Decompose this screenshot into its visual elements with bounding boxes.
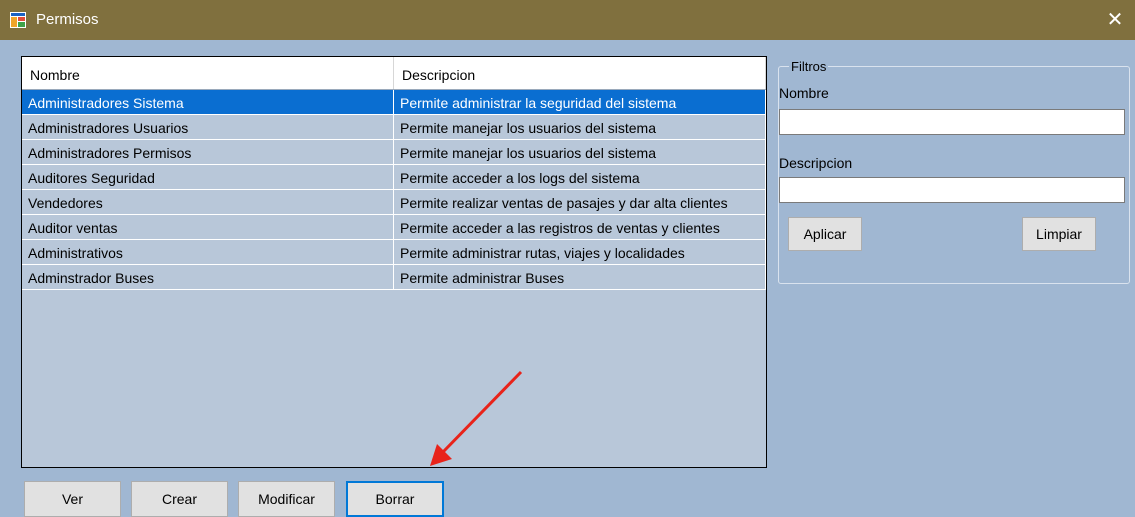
table-row[interactable]: Administrativos Permite administrar ruta… xyxy=(22,240,766,265)
cell-nombre[interactable]: Auditor ventas xyxy=(22,215,394,240)
cell-descripcion[interactable]: Permite administrar rutas, viajes y loca… xyxy=(394,240,766,265)
descripcion-filter-input[interactable] xyxy=(779,177,1125,203)
cell-descripcion[interactable]: Permite acceder a los logs del sistema xyxy=(394,165,766,190)
modificar-button[interactable]: Modificar xyxy=(238,481,335,517)
table-row[interactable]: Vendedores Permite realizar ventas de pa… xyxy=(22,190,766,215)
table-row[interactable]: Auditores Seguridad Permite acceder a lo… xyxy=(22,165,766,190)
ver-button[interactable]: Ver xyxy=(24,481,121,517)
table-row[interactable]: Administradores Permisos Permite manejar… xyxy=(22,140,766,165)
limpiar-button[interactable]: Limpiar xyxy=(1022,217,1096,251)
grid-header: Nombre Descripcion xyxy=(22,57,766,90)
column-header-nombre[interactable]: Nombre xyxy=(22,57,394,89)
table-row[interactable]: Adminstrador Buses Permite administrar B… xyxy=(22,265,766,290)
descripcion-label: Descripcion xyxy=(779,155,853,171)
app-icon xyxy=(10,12,26,28)
cell-nombre[interactable]: Administradores Sistema xyxy=(22,90,394,115)
column-header-descripcion[interactable]: Descripcion xyxy=(394,57,766,89)
cell-descripcion[interactable]: Permite manejar los usuarios del sistema xyxy=(394,115,766,140)
nombre-filter-input[interactable] xyxy=(779,109,1125,135)
cell-descripcion[interactable]: Permite acceder a las registros de venta… xyxy=(394,215,766,240)
cell-descripcion[interactable]: Permite manejar los usuarios del sistema xyxy=(394,140,766,165)
aplicar-button[interactable]: Aplicar xyxy=(788,217,862,251)
table-row[interactable]: Administradores Sistema Permite administ… xyxy=(22,90,766,115)
cell-descripcion[interactable]: Permite administrar la seguridad del sis… xyxy=(394,90,766,115)
close-icon[interactable]: ✕ xyxy=(1095,0,1135,40)
table-row[interactable]: Administradores Usuarios Permite manejar… xyxy=(22,115,766,140)
cell-descripcion[interactable]: Permite administrar Buses xyxy=(394,265,766,290)
nombre-label: Nombre xyxy=(779,85,829,101)
crear-button[interactable]: Crear xyxy=(131,481,228,517)
filters-legend: Filtros xyxy=(789,59,829,74)
cell-descripcion[interactable]: Permite realizar ventas de pasajes y dar… xyxy=(394,190,766,215)
title-bar: Permisos ✕ xyxy=(0,0,1135,40)
window-title: Permisos xyxy=(36,11,99,28)
permisos-grid[interactable]: Nombre Descripcion Administradores Siste… xyxy=(21,56,767,468)
cell-nombre[interactable]: Adminstrador Buses xyxy=(22,265,394,290)
permisos-window: Permisos ✕ Nombre Descripcion Administra… xyxy=(0,0,1135,517)
cell-nombre[interactable]: Administradores Usuarios xyxy=(22,115,394,140)
table-row[interactable]: Auditor ventas Permite acceder a las reg… xyxy=(22,215,766,240)
cell-nombre[interactable]: Administrativos xyxy=(22,240,394,265)
borrar-button[interactable]: Borrar xyxy=(346,481,444,517)
cell-nombre[interactable]: Vendedores xyxy=(22,190,394,215)
filters-groupbox: Filtros Nombre Descripcion Aplicar Limpi… xyxy=(778,59,1130,284)
cell-nombre[interactable]: Administradores Permisos xyxy=(22,140,394,165)
cell-nombre[interactable]: Auditores Seguridad xyxy=(22,165,394,190)
